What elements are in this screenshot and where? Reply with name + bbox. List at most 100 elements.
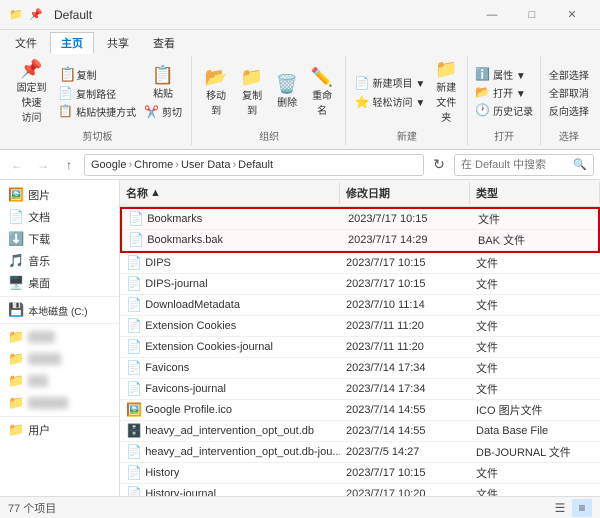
clipboard-group-label: 剪切板 <box>83 128 113 143</box>
sidebar-item-local-disk[interactable]: 💾 本地磁盘 (C:) <box>0 299 119 321</box>
sidebar-documents-label: 文档 <box>28 209 50 225</box>
tab-file[interactable]: 文件 <box>4 32 48 54</box>
table-row[interactable]: 📄 Favicons-journal 2023/7/14 17:34 文件 0 … <box>120 379 600 400</box>
copyto-label: 复制到 <box>239 87 265 117</box>
tab-view[interactable]: 查看 <box>142 32 186 54</box>
sidebar-item-documents[interactable]: 📄 文档 <box>0 206 119 228</box>
open-label: 打开 ▼ <box>493 85 526 100</box>
breadcrumb-userdata[interactable]: User Data <box>181 159 231 171</box>
copy-path-button[interactable]: 📄 复制路径 <box>55 85 139 102</box>
file-date-cell: 2023/7/17 10:20 <box>340 484 470 496</box>
ribbon-group-select: 全部选择 全部取消 反向选择 选择 <box>542 56 596 145</box>
sidebar-item-blurred3[interactable]: 📁 ■■■ <box>0 370 119 392</box>
new-item-label: 新建项目 ▼ <box>373 75 426 90</box>
sidebar-item-downloads[interactable]: ⬇️ 下载 <box>0 228 119 250</box>
copy-to-button[interactable]: 📁 复制到 <box>235 66 269 119</box>
col-header-date[interactable]: 修改日期 <box>340 182 470 204</box>
table-row[interactable]: 🖼️ Google Profile.ico 2023/7/14 14:55 IC… <box>120 400 600 421</box>
paste-icon: 📋 <box>152 66 174 84</box>
copyto-icon: 📁 <box>241 68 263 86</box>
file-name-cell: 📄 Extension Cookies-journal <box>120 337 340 357</box>
tab-share[interactable]: 共享 <box>96 32 140 54</box>
col-header-name[interactable]: 名称 ▲ <box>120 182 340 204</box>
table-row[interactable]: 📄 History 2023/7/17 10:15 文件 448 KB <box>120 463 600 484</box>
move-icon: 📂 <box>205 68 227 86</box>
table-row[interactable]: 📄 DIPS 2023/7/17 10:15 文件 20 KB <box>120 253 600 274</box>
easy-access-button[interactable]: ⭐ 轻松访问 ▼ <box>352 93 429 110</box>
delete-icon: 🗑️ <box>276 75 298 93</box>
maximize-button[interactable]: □ <box>512 0 552 30</box>
sidebar-item-users[interactable]: 📁 用户 <box>0 419 119 441</box>
sidebar-item-pictures[interactable]: 🖼️ 图片 <box>0 184 119 206</box>
breadcrumb-google[interactable]: Google <box>91 159 126 171</box>
file-type-cell: 文件 <box>470 379 600 399</box>
table-row[interactable]: 📄 History-journal 2023/7/17 10:20 文件 9 K… <box>120 484 600 496</box>
sidebar-blurred4-label: ■■■■■■ <box>28 397 68 409</box>
new-folder-button[interactable]: 📁 新建文件夹 <box>430 58 462 126</box>
select-none-button[interactable]: 全部取消 <box>546 84 592 101</box>
file-name-cell: 📄 DIPS-journal <box>120 274 340 294</box>
tab-home[interactable]: 主页 <box>50 32 94 54</box>
sidebar-item-blurred2[interactable]: 📁 ■■■■■ <box>0 348 119 370</box>
table-row[interactable]: 📄 Bookmarks.bak 2023/7/17 14:29 BAK 文件 3… <box>122 230 598 251</box>
open-button[interactable]: 📂 打开 ▼ <box>472 84 536 101</box>
rename-icon: ✏️ <box>311 68 333 86</box>
paste-button[interactable]: 📋 粘贴 <box>141 64 185 102</box>
sidebar-item-music[interactable]: 🎵 音乐 <box>0 250 119 272</box>
search-input[interactable] <box>461 159 573 171</box>
sidebar-blurred3-label: ■■■ <box>28 375 48 387</box>
copy-label: 复制 <box>77 67 97 82</box>
documents-icon: 📄 <box>8 209 24 225</box>
table-row[interactable]: 📄 Extension Cookies 2023/7/11 11:20 文件 2… <box>120 316 600 337</box>
properties-button[interactable]: ℹ️ 属性 ▼ <box>472 66 536 83</box>
cut-label: 剪切 <box>162 104 182 119</box>
sidebar-item-blurred1[interactable]: 📁 ■■■■ <box>0 326 119 348</box>
forward-button[interactable]: → <box>32 154 54 176</box>
table-row[interactable]: 📄 DownloadMetadata 2023/7/10 11:14 文件 7 … <box>120 295 600 316</box>
file-name: Favicons-journal <box>145 383 226 395</box>
file-type-cell: 文件 <box>470 316 600 336</box>
select-buttons: 全部选择 全部取消 反向选择 <box>546 58 592 126</box>
col-header-type[interactable]: 类型 <box>470 182 600 204</box>
copy-button[interactable]: 📋 复制 <box>55 65 139 84</box>
sidebar-desktop-label: 桌面 <box>28 275 50 291</box>
table-row[interactable]: 📄 Favicons 2023/7/14 17:34 文件 320 KB <box>120 358 600 379</box>
ribbon-group-clipboard: 📌 固定到快速访问 📋 复制 📄 复制路径 📋 粘贴快捷方式 <box>4 56 192 145</box>
file-name-cell: 📄 Extension Cookies <box>120 316 340 336</box>
file-name: History <box>145 467 179 479</box>
file-name-cell: 🗄️ heavy_ad_intervention_opt_out.db <box>120 421 340 441</box>
paste-shortcut-button[interactable]: 📋 粘贴快捷方式 <box>55 103 139 120</box>
back-button[interactable]: ← <box>6 154 28 176</box>
sidebar-item-desktop[interactable]: 🖥️ 桌面 <box>0 272 119 294</box>
table-row[interactable]: 📄 Extension Cookies-journal 2023/7/11 11… <box>120 337 600 358</box>
up-button[interactable]: ↑ <box>58 154 80 176</box>
delete-button[interactable]: 🗑️ 删除 <box>271 73 303 111</box>
list-view-button[interactable]: ☰ <box>550 499 570 517</box>
breadcrumb-chrome[interactable]: Chrome <box>134 159 173 171</box>
table-row[interactable]: 📄 DIPS-journal 2023/7/17 10:15 文件 0 KB <box>120 274 600 295</box>
refresh-button[interactable]: ↻ <box>428 154 450 176</box>
detail-view-button[interactable]: ≡ <box>572 499 592 517</box>
search-box[interactable]: 🔍 <box>454 154 594 176</box>
search-icon: 🔍 <box>573 158 587 171</box>
sidebar-item-blurred4[interactable]: 📁 ■■■■■■ <box>0 392 119 414</box>
file-name-cell: 📄 Favicons-journal <box>120 379 340 399</box>
cut-button[interactable]: ✂️ 剪切 <box>141 103 185 120</box>
close-button[interactable]: ✕ <box>552 0 592 30</box>
invert-selection-button[interactable]: 反向选择 <box>546 102 592 119</box>
move-to-button[interactable]: 📂 移动到 <box>199 66 233 119</box>
breadcrumb-default[interactable]: Default <box>238 159 273 171</box>
table-row[interactable]: 📄 Bookmarks 2023/7/17 10:15 文件 3 KB <box>122 209 598 230</box>
rename-button[interactable]: ✏️ 重命名 <box>305 66 339 119</box>
new-item-button[interactable]: 📄 新建项目 ▼ <box>352 74 429 91</box>
table-row[interactable]: 🗄️ heavy_ad_intervention_opt_out.db 2023… <box>120 421 600 442</box>
pin-to-quick-access-button[interactable]: 📌 固定到快速访问 <box>10 58 53 126</box>
table-row[interactable]: 📄 heavy_ad_intervention_opt_out.db-jou..… <box>120 442 600 463</box>
select-all-button[interactable]: 全部选择 <box>546 66 592 83</box>
new-group-label: 新建 <box>397 128 417 143</box>
rename-label: 重命名 <box>309 87 335 117</box>
history-button[interactable]: 🕐 历史记录 <box>472 102 536 119</box>
open-icon: 📂 <box>475 85 490 99</box>
breadcrumb[interactable]: Google › Chrome › User Data › Default <box>84 154 424 176</box>
minimize-button[interactable]: — <box>472 0 512 30</box>
